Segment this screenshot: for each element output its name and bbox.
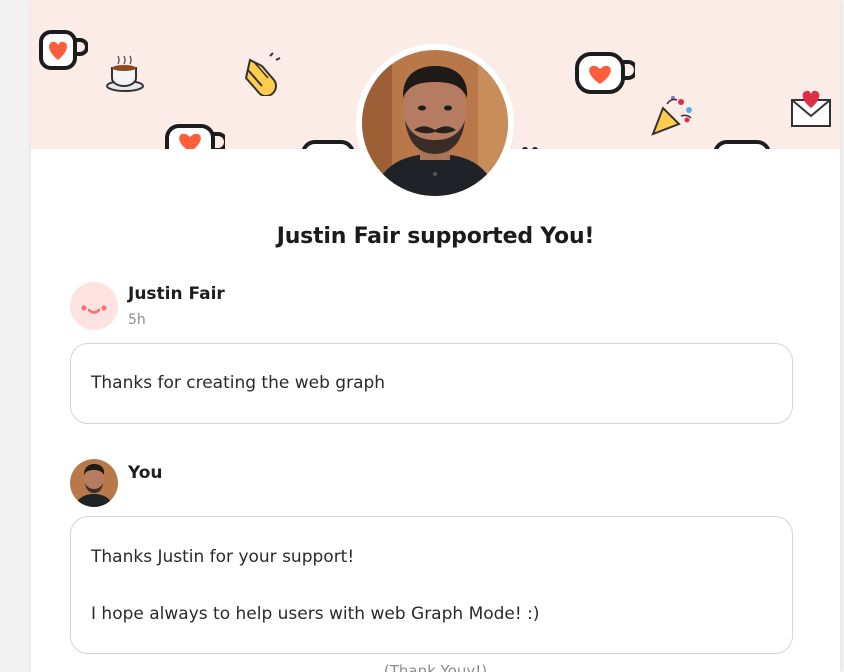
your-name: You xyxy=(128,463,163,483)
coffee-cup-heart-icon xyxy=(165,124,225,149)
profile-photo-small xyxy=(70,459,118,507)
supporter-name[interactable]: Justin Fair xyxy=(128,284,225,304)
coffee-cup-heart-icon xyxy=(575,52,635,94)
footer-note: (Thank Youy!) xyxy=(383,662,488,672)
clapping-hands-icon xyxy=(244,52,281,96)
love-letter-icon xyxy=(791,90,831,127)
reply-line-2: I hope always to help users with web Gra… xyxy=(91,604,540,624)
your-avatar[interactable] xyxy=(70,459,118,507)
message-text: Thanks for creating the web graph xyxy=(91,373,386,393)
coffee-cup-heart-icon xyxy=(301,140,355,149)
coffee-cup-heart-icon xyxy=(713,140,771,149)
profile-photo xyxy=(362,50,508,196)
reply-line-1: Thanks Justin for your support! xyxy=(91,547,355,567)
reply-message: Thanks Justin for your support! I hope a… xyxy=(70,516,793,654)
supporter-avatar[interactable] xyxy=(70,282,118,330)
support-card: Justin Fair supported You! Justin Fair 5… xyxy=(31,0,840,672)
decorative-dots xyxy=(522,147,538,149)
smiley-face-icon xyxy=(81,305,107,314)
coffee-cup-heart-icon xyxy=(39,30,88,70)
timestamp: 5h xyxy=(128,312,146,328)
hot-drink-icon xyxy=(106,55,144,92)
party-popper-icon xyxy=(651,96,692,136)
recipient-avatar[interactable] xyxy=(356,44,514,202)
page-title: Justin Fair supported You! xyxy=(276,224,595,249)
supporter-message: Thanks for creating the web graph xyxy=(70,343,793,424)
